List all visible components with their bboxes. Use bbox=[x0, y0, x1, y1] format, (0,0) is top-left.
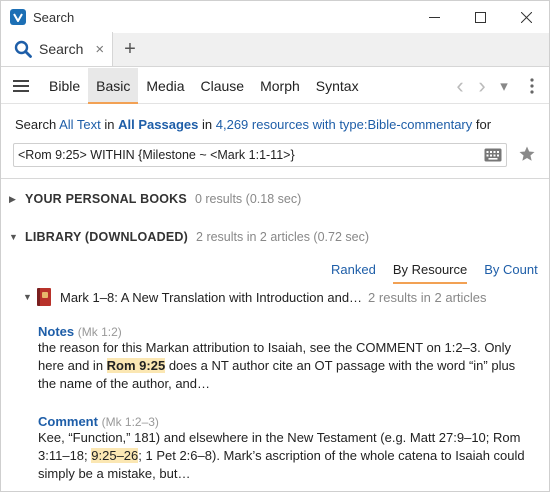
resources-link[interactable]: 4,269 resources with type:Bible-commenta… bbox=[216, 117, 473, 132]
logos-app-icon bbox=[10, 9, 26, 25]
forward-button[interactable]: › bbox=[471, 68, 493, 104]
book-cover-icon bbox=[37, 288, 51, 306]
hit-snippet[interactable]: the reason for this Markan attribution t… bbox=[38, 339, 538, 393]
snippet-text: does a NT author cite an OT passage with… bbox=[165, 358, 516, 373]
hit-reference: (Mk 1:2) bbox=[77, 325, 122, 339]
snippet-line: Kee, “Function,” 181) and elsewhere in t… bbox=[38, 430, 521, 445]
sort-ranked[interactable]: Ranked bbox=[331, 262, 376, 284]
hamburger-icon bbox=[13, 79, 29, 92]
snippet-line: the name of the author, and… bbox=[38, 376, 211, 391]
snippet-text: ; 1 Pet 2:6–8). Mark’s ascription of the… bbox=[138, 448, 525, 463]
search-hit: Notes (Mk 1:2) the reason for this Marka… bbox=[38, 324, 538, 393]
highlighted-match: 9:25–26 bbox=[91, 448, 139, 463]
hit-snippet[interactable]: Kee, “Function,” 181) and elsewhere in t… bbox=[38, 429, 538, 483]
section-count: 2 results in 2 articles (0.72 sec) bbox=[196, 230, 370, 244]
tab-label: Search bbox=[39, 41, 84, 57]
search-prefix: Search bbox=[15, 117, 57, 132]
search-scope-line: Search All Text in All Passages in 4,269… bbox=[15, 117, 491, 132]
more-options-button[interactable] bbox=[515, 68, 549, 104]
resource-count: 2 results in 2 articles bbox=[368, 289, 487, 305]
star-icon[interactable] bbox=[518, 145, 536, 163]
sort-by-count[interactable]: By Count bbox=[484, 262, 537, 284]
mode-tab-morph[interactable]: Morph bbox=[252, 68, 308, 104]
tab-close-icon[interactable]: × bbox=[95, 41, 104, 58]
hit-label-link[interactable]: Notes bbox=[38, 324, 74, 339]
sort-by-resource[interactable]: By Resource bbox=[392, 262, 468, 284]
search-toolbar: Bible Basic Media Clause Morph Syntax ‹ … bbox=[1, 67, 549, 104]
collapse-triangle-icon: ▼ bbox=[9, 232, 18, 242]
minimize-icon bbox=[428, 16, 440, 18]
for-label: for bbox=[475, 117, 492, 132]
mode-tab-clause[interactable]: Clause bbox=[193, 68, 253, 104]
title-bar: Search bbox=[1, 1, 549, 33]
query-text: <Rom 9:25> WITHIN {Milestone ~ <Mark 1:1… bbox=[18, 148, 295, 162]
history-dropdown[interactable]: ▾ bbox=[493, 68, 515, 104]
snippet-line: here and in Rom 9:25 does a NT author ci… bbox=[38, 357, 538, 375]
hit-label-link[interactable]: Comment bbox=[38, 414, 98, 429]
snippet-line: simply be a mistake, but… bbox=[38, 466, 191, 481]
chevron-left-icon: ‹ bbox=[456, 72, 464, 98]
divider bbox=[1, 178, 549, 179]
snippet-line: the reason for this Markan attribution t… bbox=[38, 340, 512, 355]
snippet-text: here and in bbox=[38, 358, 107, 373]
mode-tab-bible[interactable]: Bible bbox=[41, 68, 88, 104]
chevron-right-icon: › bbox=[478, 72, 486, 98]
chevron-down-icon: ▾ bbox=[500, 77, 508, 95]
collapse-triangle-icon: ▼ bbox=[23, 292, 32, 302]
section-title: YOUR PERSONAL BOOKS bbox=[25, 192, 187, 206]
in-label-2: in bbox=[202, 117, 213, 132]
snippet-line: 3:11–18; 9:25–26; 1 Pet 2:6–8). Mark’s a… bbox=[38, 447, 538, 465]
tab-search[interactable]: Search × bbox=[1, 32, 113, 66]
in-label: in bbox=[104, 117, 115, 132]
keyboard-icon[interactable] bbox=[484, 148, 502, 162]
add-tab-button[interactable]: + bbox=[113, 32, 147, 66]
passages-link[interactable]: All Passages bbox=[118, 117, 198, 132]
search-hit: Comment (Mk 1:2–3) Kee, “Function,” 181)… bbox=[38, 414, 538, 483]
section-title: LIBRARY (DOWNLOADED) bbox=[25, 230, 189, 244]
tab-strip: Search × + bbox=[1, 32, 549, 67]
window-title: Search bbox=[33, 9, 75, 25]
mode-tab-media[interactable]: Media bbox=[138, 68, 192, 104]
maximize-icon bbox=[474, 11, 486, 23]
section-library[interactable]: ▼ LIBRARY (DOWNLOADED) 2 results in 2 ar… bbox=[9, 230, 369, 244]
scope-all-text-link[interactable]: All Text bbox=[59, 117, 101, 132]
section-count: 0 results (0.18 sec) bbox=[194, 192, 302, 206]
snippet-text: 3:11–18; bbox=[38, 448, 92, 463]
search-query-input[interactable]: <Rom 9:25> WITHIN {Milestone ~ <Mark 1:1… bbox=[13, 143, 507, 167]
menu-button[interactable] bbox=[1, 68, 41, 104]
highlighted-match: Rom 9:25 bbox=[106, 358, 166, 373]
kebab-icon bbox=[530, 77, 534, 94]
expand-triangle-icon: ▶ bbox=[9, 193, 16, 204]
resource-title[interactable]: Mark 1–8: A New Translation with Introdu… bbox=[60, 290, 362, 305]
mode-tab-syntax[interactable]: Syntax bbox=[308, 68, 367, 104]
close-window-button[interactable] bbox=[503, 1, 549, 33]
section-personal-books[interactable]: ▶ YOUR PERSONAL BOOKS 0 results (0.18 se… bbox=[9, 192, 301, 206]
maximize-button[interactable] bbox=[457, 1, 503, 33]
close-icon bbox=[520, 11, 532, 23]
resource-row[interactable]: ▼ Mark 1–8: A New Translation with Intro… bbox=[23, 288, 487, 306]
mode-tab-basic[interactable]: Basic bbox=[88, 67, 139, 104]
minimize-button[interactable] bbox=[411, 1, 457, 33]
hit-reference: (Mk 1:2–3) bbox=[101, 415, 159, 429]
sort-options: Ranked By Resource By Count bbox=[331, 262, 538, 284]
search-icon bbox=[14, 40, 32, 58]
back-button[interactable]: ‹ bbox=[449, 68, 471, 104]
